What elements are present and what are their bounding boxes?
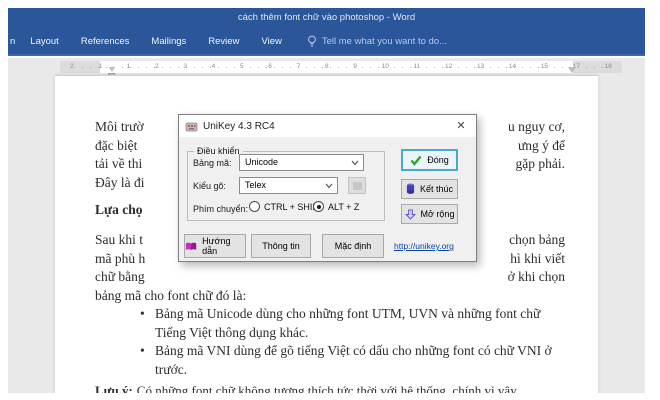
radio-circle <box>249 201 260 212</box>
tab-review[interactable]: Review <box>197 28 250 54</box>
horizontal-ruler: 2 1 1 2 3 4 5 6 7 8 9 10 11 12 13 14 15 <box>60 61 622 73</box>
kieu-go-select[interactable]: Telex <box>239 177 338 194</box>
radio-alt-z[interactable]: ALT + Z <box>313 201 359 212</box>
note-label: Lưu ý: <box>95 383 133 393</box>
bullet-marker: • <box>140 305 145 324</box>
radio-circle-checked <box>313 201 324 212</box>
book-icon <box>185 241 197 252</box>
screenshot-canvas: cách thêm font chữ vào photoshop - Word … <box>0 0 660 400</box>
window-titlebar: cách thêm font chữ vào photoshop - Word <box>8 8 645 28</box>
default-settings-button[interactable]: Mặc định <box>322 234 384 258</box>
lightbulb-icon <box>307 35 317 48</box>
info-button[interactable]: Thông tin <box>251 234 311 258</box>
para2-line4: bảng mã cho font chữ đó là: <box>95 287 565 306</box>
disabled-icon <box>353 182 362 190</box>
exit-button[interactable]: Kết thúc <box>401 179 458 199</box>
right-indent-marker[interactable] <box>568 67 576 73</box>
first-line-indent-marker[interactable] <box>109 67 115 72</box>
close-dialog-button[interactable]: Đóng <box>401 149 458 171</box>
down-arrow-icon <box>405 209 416 220</box>
tell-me-box[interactable]: Tell me what you want to do... <box>293 35 447 48</box>
help-button[interactable]: Hướng dẫn <box>184 234 246 258</box>
unikey-website-link[interactable]: http://unikey.org <box>394 241 454 251</box>
unikey-dialog: UniKey 4.3 RC4 ✕ Điều khiển Bảng mã: Uni… <box>178 114 477 262</box>
tab-mailings[interactable]: Mailings <box>140 28 197 54</box>
window-title: cách thêm font chữ vào photoshop - Word <box>238 12 415 23</box>
tab-partial[interactable]: n <box>8 28 19 54</box>
ruler-numbers: 2 1 1 2 3 4 5 6 7 8 9 10 11 12 13 14 15 <box>60 61 622 73</box>
tab-references[interactable]: References <box>70 28 141 54</box>
bang-ma-label: Bảng mã: <box>193 158 232 168</box>
dialog-title: UniKey 4.3 RC4 <box>203 121 275 132</box>
more-options-button[interactable] <box>348 177 366 194</box>
note-line: Lưu ý:Có những font chữ không tương thíc… <box>95 382 565 393</box>
green-check-icon <box>410 155 422 166</box>
para2-line3: chữ bằng ở khi chọn <box>95 268 565 287</box>
chevron-down-icon <box>325 183 333 189</box>
tab-view[interactable]: View <box>250 28 292 54</box>
unikey-app-icon <box>185 120 198 133</box>
bullet1-line1: • Bảng mã Unicode dùng cho những font UT… <box>95 305 565 324</box>
bullet2-line2: trước. <box>95 361 565 380</box>
phim-chuyen-label: Phím chuyển: <box>193 204 248 214</box>
bullet-marker: • <box>140 342 145 361</box>
tell-me-label: Tell me what you want to do... <box>322 36 447 47</box>
kieu-go-label: Kiểu gõ: <box>193 181 226 191</box>
bang-ma-select[interactable]: Unicode <box>239 154 364 171</box>
dialog-close-button[interactable]: ✕ <box>446 115 476 137</box>
bullet1-line2: Tiếng Việt thông dụng khác. <box>95 324 565 343</box>
bullet2-line1: • Bảng mã VNI dùng để gõ tiếng Việt có d… <box>95 342 565 361</box>
dialog-body: Điều khiển Bảng mã: Unicode Kiểu gõ: Tel… <box>179 137 476 263</box>
exit-icon <box>406 183 415 195</box>
tab-layout[interactable]: Layout <box>19 28 70 54</box>
ribbon-tabs: n Layout References Mailings Review View… <box>8 28 645 56</box>
groupbox-label: Điều khiển <box>194 146 243 156</box>
expand-button[interactable]: Mở rộng <box>401 204 458 224</box>
dialog-titlebar[interactable]: UniKey 4.3 RC4 ✕ <box>179 115 476 137</box>
chevron-down-icon <box>351 160 359 166</box>
